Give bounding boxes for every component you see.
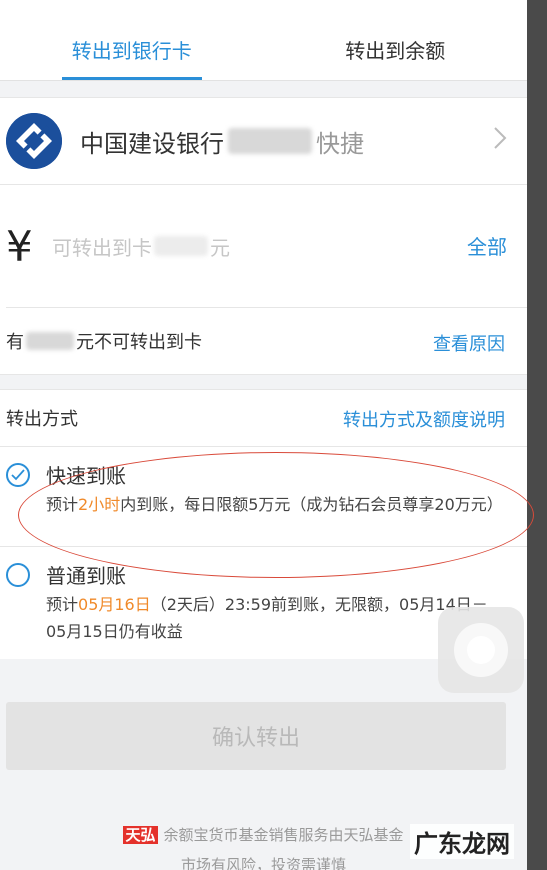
option-description: 预计2小时内到账，每日限额5万元（成为钻石会员尊享20万元） bbox=[46, 491, 527, 518]
transfer-method-label: 转出方式 bbox=[6, 409, 78, 430]
watermark-text: 广东龙网 bbox=[410, 824, 514, 859]
masked-card-number bbox=[228, 128, 312, 154]
bank-name-text: 中国建设银行 bbox=[80, 129, 224, 158]
option-desc-highlight: 2小时 bbox=[78, 495, 121, 514]
tab-bar: 转出到银行卡 转出到余额 bbox=[0, 18, 527, 81]
radio-checked-icon[interactable] bbox=[6, 463, 30, 487]
radio-unchecked-icon[interactable] bbox=[6, 563, 30, 587]
transfer-method-header: 转出方式 转出方式及额度说明 bbox=[0, 389, 527, 447]
amount-placeholder-prefix: 可转出到卡 bbox=[52, 235, 152, 260]
view-reason-link[interactable]: 查看原因 bbox=[433, 330, 505, 356]
option-title: 快速到账 bbox=[46, 464, 126, 488]
notice-row: 有 元不可转出到卡 查看原因 bbox=[0, 308, 527, 375]
app-screen: 转出到银行卡 转出到余额 中国建设银行 快捷 ¥ 可转出到卡 元 全部 有 元不… bbox=[0, 0, 527, 870]
masked-notice-amount bbox=[26, 332, 74, 350]
amount-section: ¥ 可转出到卡 元 全部 有 元不可转出到卡 查看原因 bbox=[0, 185, 527, 375]
option-desc-prefix: 预计 bbox=[46, 595, 79, 614]
assistive-touch-dot bbox=[467, 636, 495, 664]
bank-name: 中国建设银行 快捷 bbox=[80, 124, 364, 159]
option-fast-arrival[interactable]: 快速到账 预计2小时内到账，每日限额5万元（成为钻石会员尊享20万元） bbox=[0, 447, 527, 547]
tab-to-balance[interactable]: 转出到余额 bbox=[264, 18, 528, 80]
notice-text: 有 元不可转出到卡 bbox=[6, 328, 202, 354]
footer-text-1: 余额宝货币基金销售服务由天弘基金 bbox=[163, 826, 404, 844]
masked-amount bbox=[154, 236, 208, 256]
currency-symbol: ¥ bbox=[6, 221, 33, 271]
transfer-all-button[interactable]: 全部 bbox=[467, 231, 507, 260]
top-spacer bbox=[0, 0, 527, 18]
ccb-bank-logo-icon bbox=[6, 113, 62, 169]
tianhong-logo: 天弘 bbox=[123, 826, 158, 844]
bank-card-selector[interactable]: 中国建设银行 快捷 bbox=[0, 97, 527, 185]
notice-suffix: 元不可转出到卡 bbox=[76, 332, 202, 353]
method-limit-info-link[interactable]: 转出方式及额度说明 bbox=[343, 406, 505, 432]
notice-prefix: 有 bbox=[6, 332, 24, 353]
assistive-touch-button[interactable] bbox=[438, 607, 524, 693]
tab-to-bank-card[interactable]: 转出到银行卡 bbox=[0, 18, 264, 80]
chevron-right-icon bbox=[493, 126, 507, 156]
confirm-transfer-button[interactable]: 确认转出 bbox=[6, 702, 506, 770]
option-desc-suffix: 内到账，每日限额5万元（成为钻石会员尊享20万元） bbox=[120, 495, 503, 514]
option-desc-prefix: 预计 bbox=[46, 495, 79, 514]
bank-tag: 快捷 bbox=[316, 129, 364, 158]
amount-placeholder-suffix: 元 bbox=[210, 235, 230, 260]
option-desc-highlight: 05月16日 bbox=[78, 595, 151, 614]
amount-row: ¥ 可转出到卡 元 全部 bbox=[6, 185, 527, 308]
option-title: 普通到账 bbox=[46, 564, 126, 588]
amount-input[interactable]: 可转出到卡 元 bbox=[52, 232, 230, 261]
